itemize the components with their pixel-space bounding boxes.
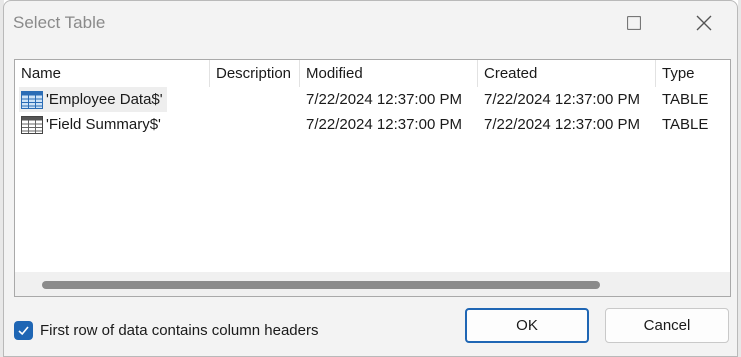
column-header-row: Name Description Modified Created Type	[15, 60, 730, 87]
column-header-name[interactable]: Name	[15, 60, 210, 87]
close-icon	[696, 15, 712, 31]
close-button[interactable]	[681, 1, 727, 45]
cancel-button[interactable]: Cancel	[605, 308, 729, 343]
table-icon	[21, 90, 43, 109]
name-cell: 'Field Summary$'	[19, 112, 165, 137]
type-cell: TABLE	[662, 116, 709, 133]
table-name: 'Field Summary$'	[46, 116, 161, 133]
created-cell: 7/22/2024 12:37:00 PM	[484, 91, 640, 108]
table-icon	[21, 115, 43, 134]
table-name: 'Employee Data$'	[46, 91, 163, 108]
table-row[interactable]: 'Employee Data$' 7/22/2024 12:37:00 PM 7…	[15, 87, 730, 112]
maximize-button[interactable]	[611, 1, 657, 45]
select-table-dialog: Select Table Name Description Modified C…	[3, 0, 738, 357]
modified-cell: 7/22/2024 12:37:00 PM	[306, 116, 462, 133]
modified-cell: 7/22/2024 12:37:00 PM	[306, 91, 462, 108]
header-row-option[interactable]: First row of data contains column header…	[14, 321, 318, 340]
created-cell: 7/22/2024 12:37:00 PM	[484, 116, 640, 133]
title-bar[interactable]: Select Table	[4, 1, 737, 45]
scrollbar-thumb[interactable]	[42, 281, 600, 289]
column-header-modified[interactable]: Modified	[300, 60, 478, 87]
type-cell: TABLE	[662, 91, 709, 108]
name-cell: 'Employee Data$'	[19, 87, 167, 112]
horizontal-scrollbar[interactable]	[15, 272, 730, 296]
checkmark-icon	[18, 326, 29, 336]
table-list[interactable]: Name Description Modified Created Type '…	[14, 59, 731, 297]
header-row-checkbox[interactable]	[14, 321, 33, 340]
header-row-checkbox-label[interactable]: First row of data contains column header…	[40, 322, 318, 339]
column-header-created[interactable]: Created	[478, 60, 656, 87]
table-row[interactable]: 'Field Summary$' 7/22/2024 12:37:00 PM 7…	[15, 112, 730, 137]
ok-button[interactable]: OK	[465, 308, 589, 343]
column-header-description[interactable]: Description	[210, 60, 300, 87]
maximize-icon	[627, 16, 641, 30]
dialog-title: Select Table	[13, 13, 106, 32]
column-header-type[interactable]: Type	[656, 60, 730, 87]
